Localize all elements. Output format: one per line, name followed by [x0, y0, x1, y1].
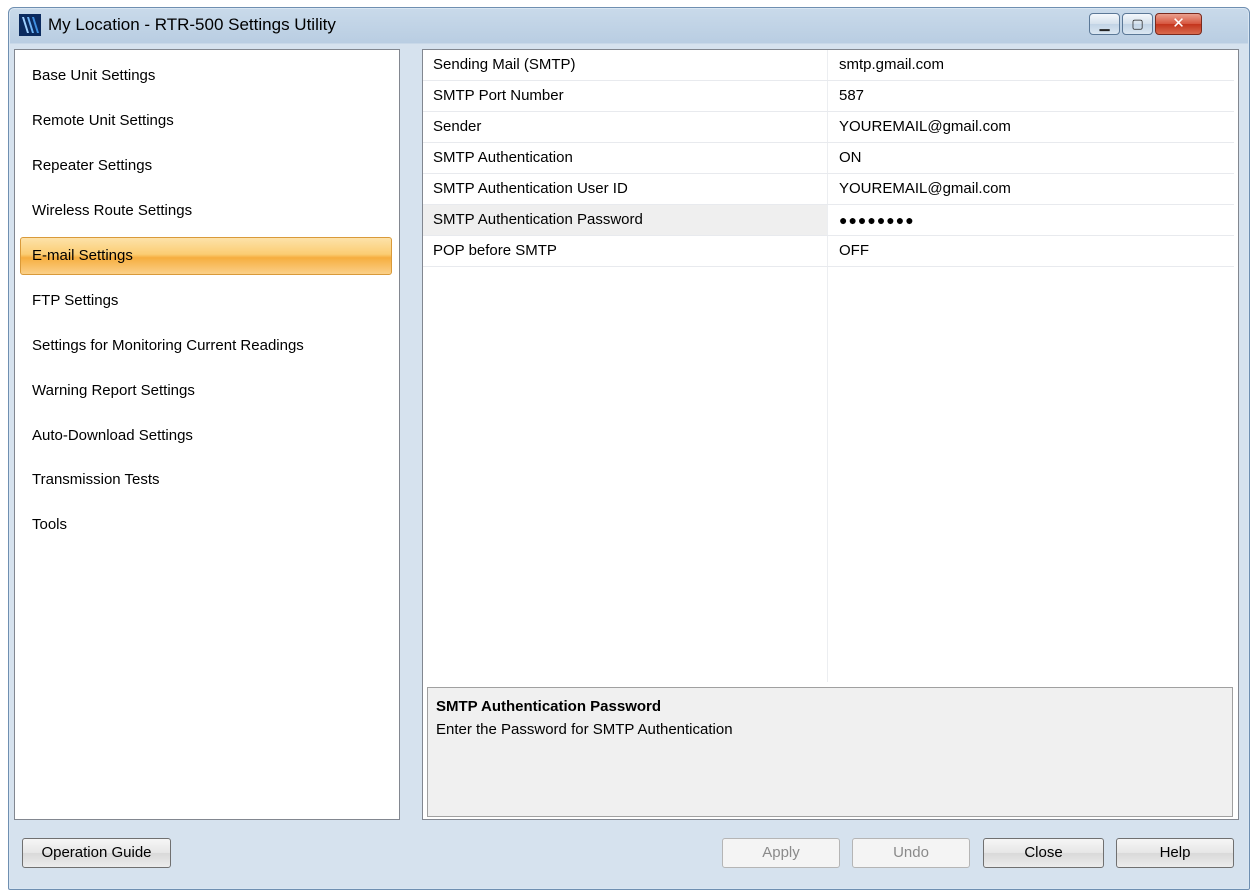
property-row-smtp-password[interactable]: SMTP Authentication Password ●●●●●●●●: [423, 205, 1234, 236]
property-name: Sending Mail (SMTP): [433, 56, 576, 73]
app-logo-icon: [19, 14, 41, 36]
close-icon: ✕: [1172, 15, 1185, 32]
password-field[interactable]: ●●●●●●●●: [828, 205, 1234, 235]
property-help-box: SMTP Authentication Password Enter the P…: [427, 687, 1233, 817]
property-name: SMTP Port Number: [433, 87, 564, 104]
maximize-icon: ▢: [1131, 16, 1144, 31]
property-row-smtp-port[interactable]: SMTP Port Number 587: [423, 81, 1234, 112]
property-value[interactable]: 587: [828, 81, 1234, 111]
property-row-smtp-user-id[interactable]: SMTP Authentication User ID YOUREMAIL@gm…: [423, 174, 1234, 205]
property-row-smtp-authentication[interactable]: SMTP Authentication ON: [423, 143, 1234, 174]
property-value[interactable]: YOUREMAIL@gmail.com: [828, 174, 1234, 204]
nav-item-base-unit-settings[interactable]: Base Unit Settings: [20, 57, 392, 95]
title-bar[interactable]: My Location - RTR-500 Settings Utility ▁…: [9, 8, 1249, 42]
property-name: POP before SMTP: [433, 242, 557, 259]
close-button[interactable]: Close: [983, 838, 1104, 868]
nav-item-monitoring-current-readings[interactable]: Settings for Monitoring Current Readings: [20, 327, 392, 365]
maximize-button[interactable]: ▢: [1122, 13, 1153, 35]
property-name: SMTP Authentication Password: [423, 205, 827, 235]
nav-item-tools[interactable]: Tools: [20, 506, 392, 544]
help-description: Enter the Password for SMTP Authenticati…: [436, 721, 733, 738]
property-name: Sender: [433, 118, 482, 135]
property-value[interactable]: OFF: [828, 236, 1234, 266]
nav-item-ftp-settings[interactable]: FTP Settings: [20, 282, 392, 320]
property-value[interactable]: ON: [828, 143, 1234, 173]
property-name: SMTP Authentication User ID: [433, 180, 628, 197]
settings-category-list[interactable]: Base Unit Settings Remote Unit Settings …: [14, 49, 400, 820]
nav-item-auto-download-settings[interactable]: Auto-Download Settings: [20, 417, 392, 455]
help-title: SMTP Authentication Password: [436, 698, 662, 715]
property-row-pop-before-smtp[interactable]: POP before SMTP OFF: [423, 236, 1234, 267]
apply-button[interactable]: Apply: [722, 838, 840, 868]
property-value[interactable]: smtp.gmail.com: [828, 50, 1234, 80]
nav-item-repeater-settings[interactable]: Repeater Settings: [20, 147, 392, 185]
window-title: My Location - RTR-500 Settings Utility: [48, 15, 336, 34]
property-row-sender[interactable]: Sender YOUREMAIL@gmail.com: [423, 112, 1234, 143]
nav-item-email-settings[interactable]: E-mail Settings: [20, 237, 392, 275]
property-name: SMTP Authentication: [433, 149, 573, 166]
close-window-button[interactable]: ✕: [1155, 13, 1202, 35]
minimize-icon: ▁: [1099, 16, 1110, 31]
operation-guide-button[interactable]: Operation Guide: [22, 838, 171, 868]
help-button[interactable]: Help: [1116, 838, 1234, 868]
property-row-smtp-server[interactable]: Sending Mail (SMTP) smtp.gmail.com: [423, 50, 1234, 81]
nav-item-remote-unit-settings[interactable]: Remote Unit Settings: [20, 102, 392, 140]
nav-item-transmission-tests[interactable]: Transmission Tests: [20, 461, 392, 499]
property-value[interactable]: YOUREMAIL@gmail.com: [828, 112, 1234, 142]
property-panel: Sending Mail (SMTP) smtp.gmail.com SMTP …: [422, 49, 1239, 820]
minimize-button[interactable]: ▁: [1089, 13, 1120, 35]
nav-item-warning-report-settings[interactable]: Warning Report Settings: [20, 372, 392, 410]
undo-button[interactable]: Undo: [852, 838, 970, 868]
nav-item-wireless-route-settings[interactable]: Wireless Route Settings: [20, 192, 392, 230]
property-grid: Sending Mail (SMTP) smtp.gmail.com SMTP …: [423, 50, 1238, 682]
